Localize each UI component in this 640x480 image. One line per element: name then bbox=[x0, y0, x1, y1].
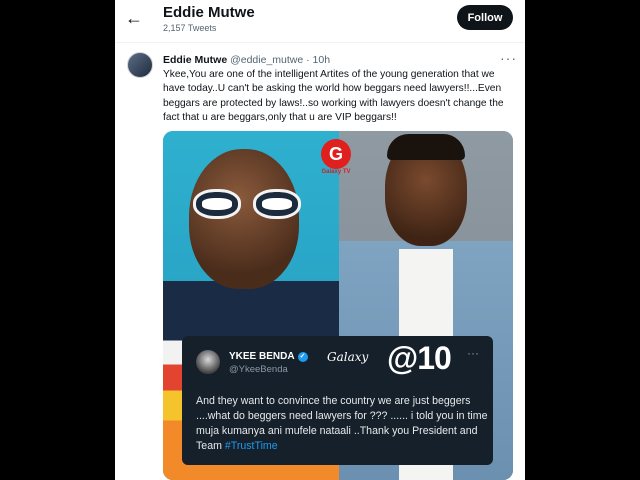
tweet-text: Ykee,You are one of the intelligent Arti… bbox=[163, 69, 504, 124]
profile-name: Eddie Mutwe bbox=[163, 4, 255, 21]
embedded-avatar bbox=[196, 350, 220, 374]
top-bar: ← Eddie Mutwe 2,157 Tweets Follow bbox=[115, 0, 525, 40]
lens-left bbox=[193, 189, 241, 219]
tweet-author[interactable]: Eddie Mutwe @eddie_mutwe · 10h bbox=[163, 54, 330, 66]
sunglasses bbox=[193, 189, 301, 219]
ellipsis-icon[interactable]: ··· bbox=[500, 50, 517, 66]
avatar[interactable] bbox=[127, 52, 153, 78]
hair bbox=[387, 134, 465, 160]
galaxy-10-badge: Galaxy @10 bbox=[327, 340, 452, 380]
arrow-left-icon[interactable]: ← bbox=[125, 9, 145, 29]
brand-number: @10 bbox=[387, 340, 452, 376]
embedded-tweet-card: YKEE BENDA ✓ @YkeeBenda Galaxy @10 ··· An… bbox=[182, 336, 493, 465]
hashtag-link: #TrustTime bbox=[224, 440, 278, 452]
brand-word: Galaxy bbox=[327, 350, 369, 364]
follow-button[interactable]: Follow bbox=[457, 5, 513, 30]
author-name[interactable]: Eddie Mutwe bbox=[163, 54, 227, 66]
embedded-name-text: YKEE BENDA bbox=[229, 351, 295, 362]
divider bbox=[115, 42, 525, 43]
author-handle[interactable]: @eddie_mutwe bbox=[230, 54, 303, 66]
person-left bbox=[189, 149, 299, 289]
galaxy-tv-logo: G Galaxy TV bbox=[319, 139, 353, 179]
verified-badge-icon: ✓ bbox=[297, 352, 308, 362]
logo-text: Galaxy TV bbox=[321, 169, 351, 175]
embedded-name: YKEE BENDA ✓ bbox=[229, 351, 308, 362]
embedded-handle: @YkeeBenda bbox=[229, 364, 288, 375]
lens-right bbox=[253, 189, 301, 219]
embedded-ellipsis-icon: ··· bbox=[467, 346, 479, 360]
tweet-image[interactable]: G Galaxy TV YKEE BENDA ✓ @YkeeBenda Galax… bbox=[163, 131, 513, 480]
logo-letter: G bbox=[321, 139, 351, 169]
tweet-count: 2,157 Tweets bbox=[163, 23, 217, 33]
embedded-tweet-text: And they want to convince the country we… bbox=[196, 394, 488, 454]
tweet-time: · 10h bbox=[306, 54, 331, 66]
tweet-page: ← Eddie Mutwe 2,157 Tweets Follow Eddie … bbox=[115, 0, 525, 480]
